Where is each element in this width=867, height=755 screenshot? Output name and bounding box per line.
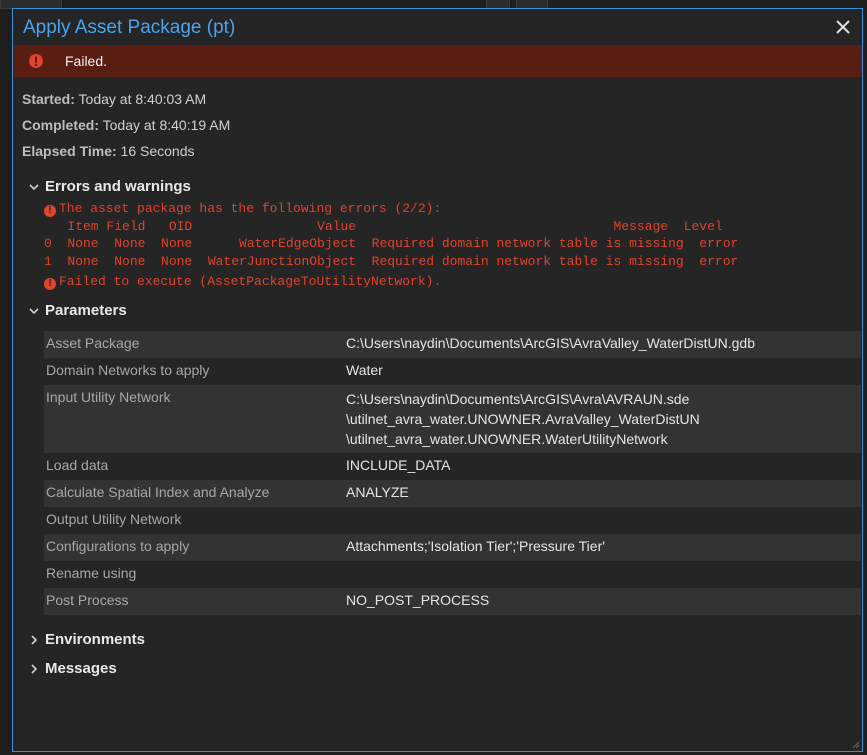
param-label: Domain Networks to apply — [46, 362, 210, 378]
error-table-header: Item Field OID Value Message Level — [44, 219, 723, 234]
started-value: Today at 8:40:03 AM — [74, 91, 207, 107]
completed-value: Today at 8:40:19 AM — [99, 117, 231, 133]
error-message-line: ! The asset package has the following err… — [44, 200, 441, 218]
table-row: Domain Networks to apply Water — [44, 358, 861, 385]
param-value — [344, 507, 861, 534]
parameters-section-toggle[interactable]: Parameters — [29, 302, 127, 319]
chevron-right-icon — [31, 663, 38, 674]
table-row: Configurations to apply Attachments;'Iso… — [44, 534, 861, 561]
elapsed-label: Elapsed Time: — [22, 143, 117, 159]
errors-section-toggle[interactable]: Errors and warnings — [29, 178, 191, 195]
param-value: C:\Users\naydin\Documents\ArcGIS\AvraVal… — [346, 335, 755, 351]
error-table-row: 1 None None None WaterJunctionObject Req… — [44, 254, 739, 269]
param-value: NO_POST_PROCESS — [346, 592, 490, 608]
param-label: Input Utility Network — [46, 389, 171, 405]
param-value: Water — [346, 362, 383, 378]
completed-info: Completed: Today at 8:40:19 AM — [22, 117, 230, 133]
error-icon: ! — [44, 278, 56, 290]
parameters-section-title: Parameters — [45, 302, 127, 319]
chevron-down-icon — [29, 307, 39, 314]
param-value: C:\Users\naydin\Documents\ArcGIS\Avra\AV… — [346, 391, 700, 447]
dialog-titlebar: Apply Asset Package (pt) — [13, 9, 862, 45]
error-icon — [29, 54, 43, 68]
elapsed-value: 16 Seconds — [116, 143, 195, 159]
param-label: Load data — [46, 457, 109, 473]
geoprocessing-result-dialog: Apply Asset Package (pt) Failed. Started… — [12, 8, 863, 752]
param-value: ANALYZE — [346, 484, 409, 500]
param-label: Post Process — [46, 592, 129, 608]
completed-label: Completed: — [22, 117, 99, 133]
error-table-row: 0 None None None WaterEdgeObject Require… — [44, 236, 739, 251]
param-value — [344, 561, 861, 588]
messages-section-title: Messages — [45, 660, 117, 677]
resize-grip-icon[interactable] — [850, 739, 860, 749]
status-banner: Failed. — [13, 45, 862, 77]
environments-section-title: Environments — [45, 631, 146, 648]
table-row: Output Utility Network — [44, 507, 861, 534]
status-text: Failed. — [65, 53, 108, 69]
parameters-table: Asset Package C:\Users\naydin\Documents\… — [44, 331, 861, 615]
param-value: INCLUDE_DATA — [346, 457, 451, 473]
chevron-right-icon — [31, 634, 38, 645]
chevron-down-icon — [29, 183, 39, 190]
table-row: Asset Package C:\Users\naydin\Documents\… — [44, 331, 861, 358]
dialog-title: Apply Asset Package (pt) — [23, 17, 236, 38]
errors-section-title: Errors and warnings — [45, 178, 191, 195]
table-row: Post Process NO_POST_PROCESS — [44, 588, 861, 615]
param-label: Calculate Spatial Index and Analyze — [46, 484, 270, 500]
param-label: Configurations to apply — [46, 538, 190, 554]
param-value: Attachments;'Isolation Tier';'Pressure T… — [346, 538, 605, 554]
param-label: Output Utility Network — [46, 511, 182, 527]
elapsed-info: Elapsed Time: 16 Seconds — [22, 143, 195, 159]
table-row: Calculate Spatial Index and Analyze ANAL… — [44, 480, 861, 507]
table-row: Rename using — [44, 561, 861, 588]
messages-section-toggle[interactable]: Messages — [29, 660, 117, 677]
error-icon: ! — [44, 205, 56, 217]
param-label: Asset Package — [46, 335, 140, 351]
param-label: Rename using — [46, 565, 137, 581]
started-label: Started: — [22, 91, 75, 107]
environments-section-toggle[interactable]: Environments — [29, 631, 145, 648]
started-info: Started: Today at 8:40:03 AM — [22, 91, 206, 107]
table-row: Input Utility Network C:\Users\naydin\Do… — [44, 385, 861, 453]
table-row: Load data INCLUDE_DATA — [44, 453, 861, 480]
close-icon[interactable] — [834, 18, 852, 36]
error-message-line: ! Failed to execute (AssetPackageToUtilit… — [44, 273, 441, 291]
